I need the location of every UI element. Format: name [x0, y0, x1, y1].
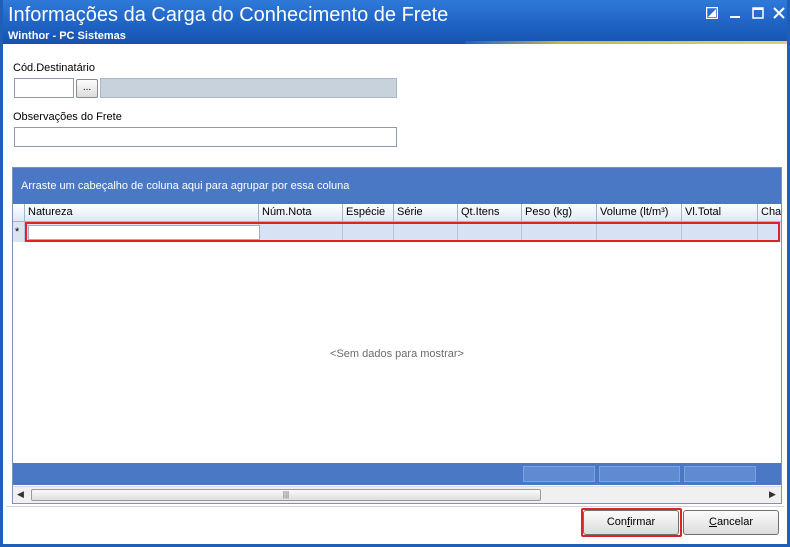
- empty-grid-message: <Sem dados para mostrar>: [330, 348, 464, 360]
- column-header-qt-itens[interactable]: Qt.Itens: [458, 204, 522, 222]
- cancel-label-accel: C: [708, 516, 717, 528]
- maximize-icon[interactable]: [748, 4, 768, 22]
- dialog-window: Informações da Carga do Conhecimento de …: [0, 0, 790, 547]
- scroll-right-icon[interactable]: ▶: [769, 489, 776, 500]
- footer-cell-volume: [599, 466, 680, 482]
- horizontal-scrollbar[interactable]: ◀ ||| ▶: [13, 486, 781, 503]
- close-icon[interactable]: [769, 4, 789, 22]
- title-accent-stripe: [465, 41, 787, 44]
- footer-cell-peso: [523, 466, 595, 482]
- destinatario-name-field: [100, 78, 397, 98]
- new-row-indicator: *: [13, 222, 25, 242]
- column-header-especie[interactable]: Espécie: [343, 204, 394, 222]
- column-header-volume[interactable]: Volume (lt/m³): [597, 204, 682, 222]
- footer-cell-vl-total: [684, 466, 756, 482]
- column-header-num-nota[interactable]: Núm.Nota: [259, 204, 343, 222]
- window-title: Informações da Carga do Conhecimento de …: [8, 4, 449, 26]
- group-by-panel[interactable]: Arraste um cabeçalho de coluna aqui para…: [13, 168, 781, 204]
- cancel-label-rest: ancelar: [716, 516, 754, 528]
- bottom-separator: [6, 506, 784, 507]
- header-indicator-cell: [13, 204, 25, 222]
- confirm-label-part2: irmar: [630, 516, 656, 528]
- minimize-icon[interactable]: [725, 4, 745, 22]
- cancel-button[interactable]: Cancelar: [683, 510, 779, 535]
- column-header-peso[interactable]: Peso (kg): [522, 204, 597, 222]
- destinatario-code-input[interactable]: [14, 78, 74, 98]
- destinatario-lookup-button[interactable]: ...: [76, 79, 98, 98]
- window-subtitle: Winthor - PC Sistemas: [8, 30, 126, 42]
- observacoes-label: Observações do Frete: [13, 111, 122, 123]
- confirm-label-part1: Con: [606, 516, 628, 528]
- confirm-button[interactable]: Confirmar: [583, 510, 679, 535]
- new-row-highlight-frame: [25, 222, 780, 242]
- scroll-left-icon[interactable]: ◀: [17, 489, 24, 500]
- new-row-marker: *: [15, 226, 20, 238]
- column-header-serie[interactable]: Série: [394, 204, 458, 222]
- column-header-natureza[interactable]: Natureza: [25, 204, 259, 222]
- grip-icon: |||: [282, 490, 290, 499]
- title-bar[interactable]: Informações da Carga do Conhecimento de …: [3, 0, 787, 44]
- scrollbar-thumb[interactable]: |||: [31, 489, 541, 501]
- grid-header-row: Natureza Núm.Nota Espécie Série Qt.Itens…: [13, 204, 781, 222]
- grid-footer-summary: [13, 463, 781, 485]
- column-header-vl-total[interactable]: Vl.Total: [682, 204, 758, 222]
- observacoes-input[interactable]: [14, 127, 397, 147]
- destinatario-label: Cód.Destinatário: [13, 62, 95, 74]
- column-header-chave[interactable]: Chave: [758, 204, 781, 222]
- restore-icon[interactable]: [702, 4, 722, 22]
- carga-grid: Arraste um cabeçalho de coluna aqui para…: [12, 167, 782, 504]
